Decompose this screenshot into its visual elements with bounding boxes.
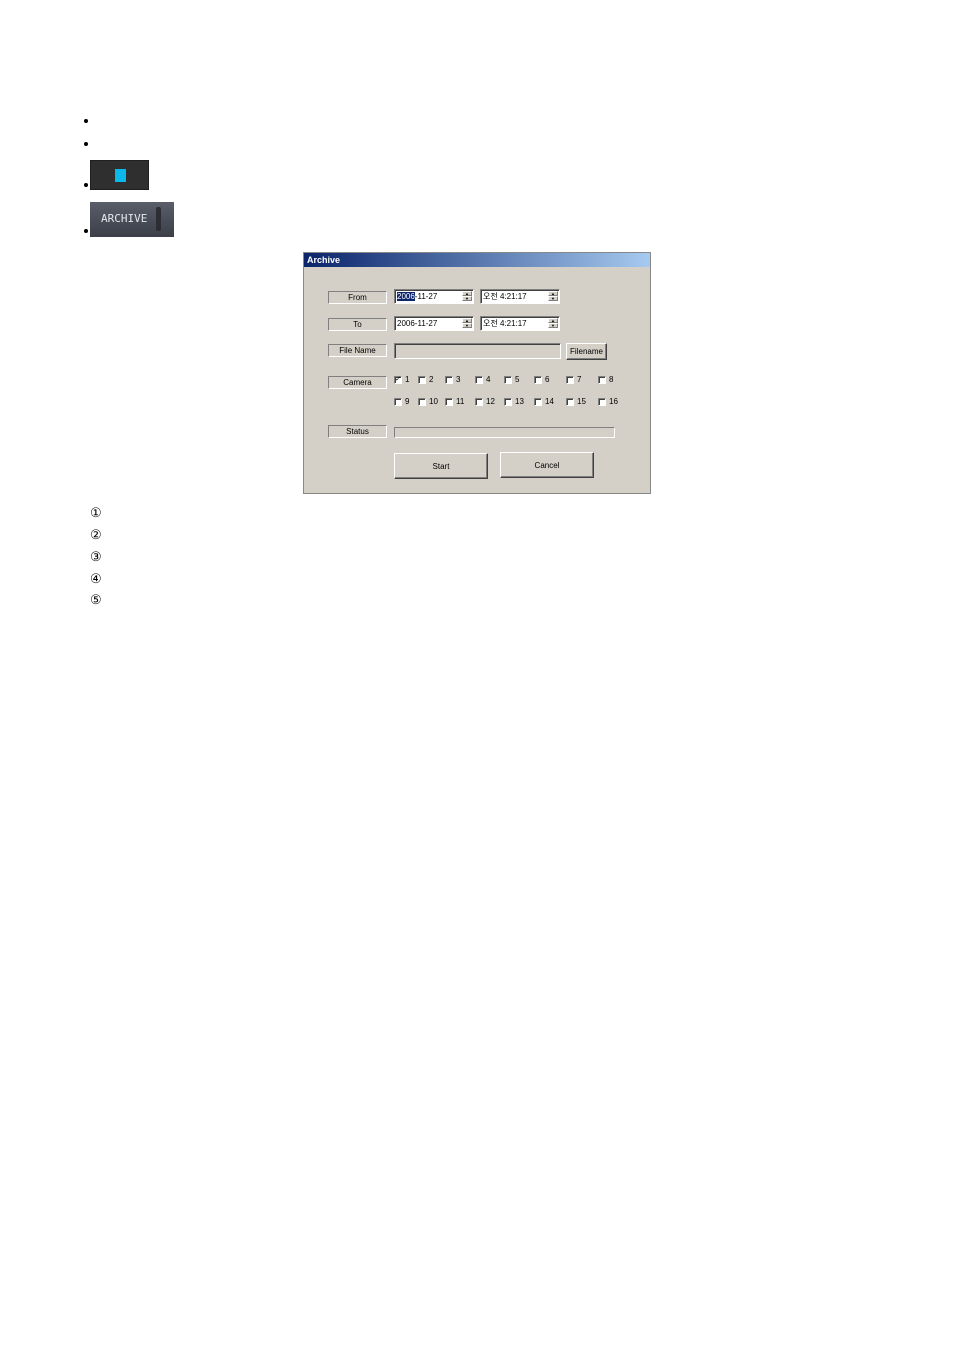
spin-down-icon[interactable]: ▼ [548,296,558,301]
camera-checkbox-label: 8 [609,375,614,384]
camera-checkbox-label: 3 [456,375,461,384]
from-date-year-selected: 2006 [397,292,415,301]
status-label: Status [328,425,387,438]
filename-button[interactable]: Filename [566,343,607,360]
camera-checkbox-label: 10 [429,397,438,406]
to-label: To [328,318,387,331]
camera-checkbox-13[interactable]: 13 [504,397,524,407]
numbered-item-4: ④ [90,572,102,587]
checkbox-icon[interactable] [418,398,426,406]
spin-down-icon[interactable]: ▼ [462,323,472,328]
camera-checkbox-label: 12 [486,397,495,406]
dialog-title: Archive [304,253,650,267]
bullet-4 [84,229,88,233]
camera-checkbox-label: 7 [577,375,582,384]
numbered-item-2: ② [90,528,102,543]
checkbox-icon[interactable] [504,398,512,406]
camera-checkbox-label: 1 [405,375,410,384]
checkbox-icon[interactable] [504,376,512,384]
file-name-input[interactable] [394,343,561,359]
camera-checkbox-14[interactable]: 14 [534,397,554,407]
archive-button-image: ARCHIVE [90,202,174,237]
camera-checkbox-15[interactable]: 15 [566,397,586,407]
from-date-input[interactable]: 2006-11-27 ▲ ▼ [394,289,474,304]
checkbox-icon[interactable] [566,376,574,384]
archive-knob-icon [156,207,161,231]
from-time-input[interactable]: 오전 4:21:17 ▲ ▼ [480,289,560,304]
camera-checkbox-12[interactable]: 12 [475,397,495,407]
checkbox-icon[interactable] [394,398,402,406]
camera-checkbox-7[interactable]: 7 [566,375,581,385]
to-time-value: 오전 4:21:17 [483,319,527,328]
bullet-3 [84,183,88,187]
from-date-rest: -11-27 [414,292,438,301]
to-time-spinner[interactable]: ▲ ▼ [548,318,558,329]
checkbox-icon[interactable] [534,376,542,384]
checkbox-icon[interactable] [598,376,606,384]
camera-checkbox-label: 4 [486,375,491,384]
camera-checkbox-5[interactable]: 5 [504,375,519,385]
camera-checkbox-10[interactable]: 10 [418,397,438,407]
numbered-item-3: ③ [90,550,102,565]
file-name-label: File Name [328,344,387,357]
cancel-button[interactable]: Cancel [500,452,594,478]
checkbox-icon[interactable] [566,398,574,406]
camera-checkbox-8[interactable]: 8 [598,375,613,385]
camera-checkbox-16[interactable]: 16 [598,397,618,407]
from-label: From [328,291,387,304]
camera-checkbox-label: 5 [515,375,520,384]
to-date-value: 2006-11-27 [397,319,438,328]
camera-checkbox-label: 2 [429,375,434,384]
to-date-spinner[interactable]: ▲ ▼ [462,318,472,329]
checkbox-icon[interactable] [445,398,453,406]
checkbox-icon[interactable] [418,376,426,384]
start-button[interactable]: Start [394,453,488,479]
to-date-input[interactable]: 2006-11-27 ▲ ▼ [394,316,474,331]
camera-checkbox-label: 13 [515,397,524,406]
from-time-spinner[interactable]: ▲ ▼ [548,291,558,302]
camera-checkbox-9[interactable]: 9 [394,397,409,407]
checkbox-icon[interactable] [598,398,606,406]
bullet-1 [84,119,88,123]
checkbox-icon[interactable] [475,398,483,406]
spin-down-icon[interactable]: ▼ [548,323,558,328]
camera-checkbox-1[interactable]: ✓ 1 [394,375,409,385]
bullet-2 [84,142,88,146]
archive-button-label: ARCHIVE [101,212,148,225]
camera-checkbox-label: 6 [545,375,550,384]
camera-checkbox-11[interactable]: 11 [445,397,464,407]
checkbox-icon[interactable] [445,376,453,384]
camera-checkbox-6[interactable]: 6 [534,375,549,385]
stop-button-icon [115,169,126,182]
to-time-input[interactable]: 오전 4:21:17 ▲ ▼ [480,316,560,331]
camera-checkbox-2[interactable]: 2 [418,375,433,385]
camera-label: Camera [328,376,387,389]
camera-checkbox-4[interactable]: 4 [475,375,490,385]
camera-checkbox-label: 9 [405,397,410,406]
stop-button-image [90,160,149,190]
checkbox-icon[interactable] [534,398,542,406]
checkbox-icon[interactable] [475,376,483,384]
camera-checkbox-label: 16 [609,397,618,406]
camera-checkbox-label: 11 [456,397,465,406]
numbered-item-1: ① [90,506,102,521]
from-time-value: 오전 4:21:17 [483,292,527,301]
camera-checkbox-label: 14 [545,397,554,406]
camera-checkbox-label: 15 [577,397,586,406]
checkbox-checked-icon[interactable]: ✓ [394,376,402,384]
numbered-item-5: ⑤ [90,593,102,608]
status-progress-bar [394,427,615,438]
archive-dialog: Archive From 2006-11-27 ▲ ▼ 오전 4:21:17 ▲ ▼… [303,252,651,494]
spin-down-icon[interactable]: ▼ [462,296,472,301]
camera-checkbox-3[interactable]: 3 [445,375,460,385]
from-date-spinner[interactable]: ▲ ▼ [462,291,472,302]
